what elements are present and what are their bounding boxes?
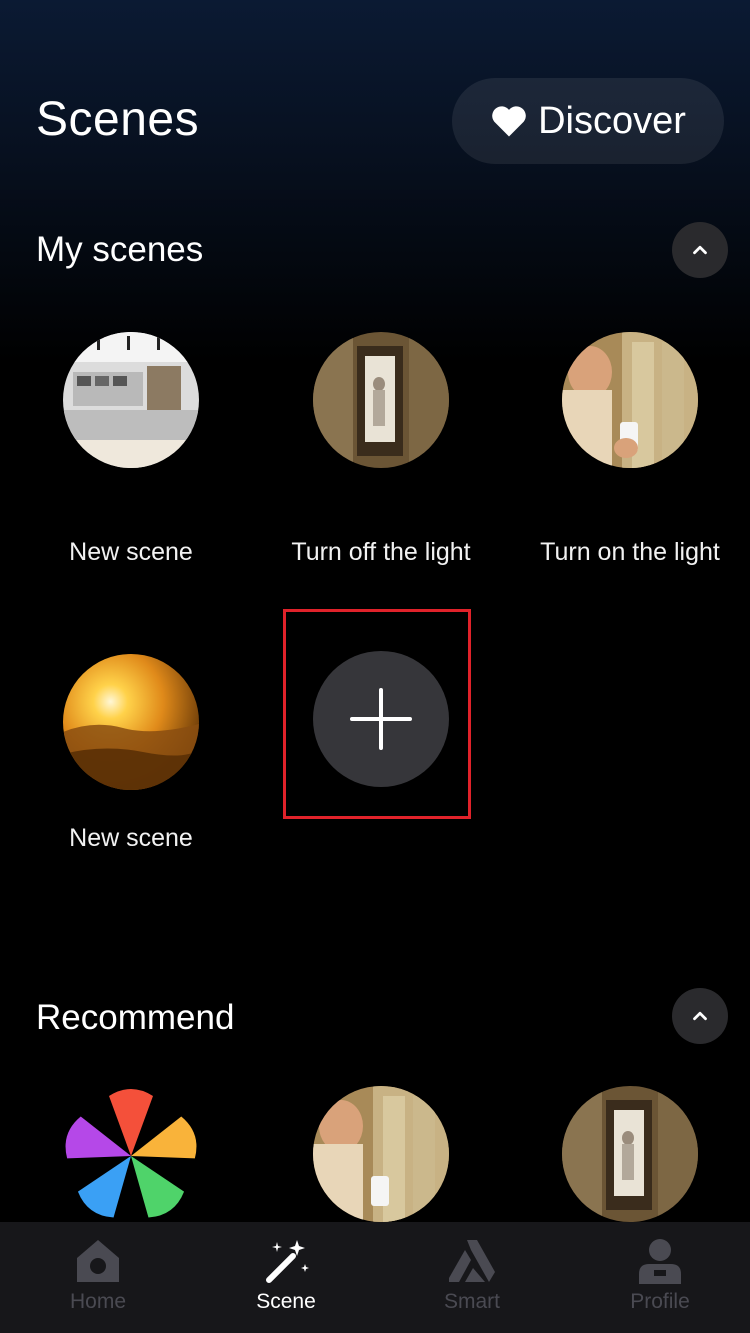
tab-scene-label: Scene	[256, 1290, 316, 1313]
add-scene-button[interactable]	[313, 651, 449, 787]
tab-smart-label: Smart	[443, 1290, 500, 1313]
scene-item[interactable]: Turn off the light	[256, 332, 506, 567]
scene-item[interactable]: New scene	[6, 332, 256, 567]
tab-profile[interactable]: Profile	[600, 1234, 720, 1314]
recommend-item[interactable]	[505, 1086, 750, 1222]
chevron-up-icon	[693, 245, 707, 255]
chevron-up-icon	[693, 1011, 707, 1021]
scene-label: Turn on the light	[540, 538, 720, 566]
tab-home-label: Home	[69, 1290, 127, 1313]
scene-item[interactable]: New scene	[6, 654, 256, 853]
scene-label: New scene	[69, 538, 193, 566]
my-scenes-collapse-button[interactable]	[672, 222, 728, 278]
magic-wand-icon	[266, 1240, 309, 1283]
recommend-item[interactable]	[6, 1086, 256, 1222]
tab-bar: Home Scene Smart Profile	[0, 1222, 750, 1333]
my-scenes-title: My scenes	[36, 230, 204, 269]
plus-icon	[350, 688, 412, 750]
person-phone-photo	[313, 1086, 449, 1222]
tab-profile-label: Profile	[630, 1290, 690, 1313]
heart-icon	[492, 106, 526, 137]
tab-home[interactable]: Home	[38, 1234, 158, 1314]
doorway-photo	[562, 1086, 698, 1222]
tab-scene[interactable]: Scene	[226, 1234, 346, 1314]
doorway-photo	[313, 332, 449, 468]
scene-item[interactable]: Turn on the light	[505, 332, 750, 567]
person-phone-photo	[562, 332, 698, 468]
discover-label: Discover	[538, 99, 686, 142]
recommend-title: Recommend	[36, 998, 235, 1037]
scene-label: Turn off the light	[291, 538, 471, 566]
discover-button[interactable]: Discover	[452, 78, 724, 164]
page-title: Scenes	[36, 93, 200, 146]
home-icon	[77, 1240, 119, 1282]
smart-triangle-icon	[449, 1240, 495, 1282]
sunset-photo	[63, 654, 199, 790]
color-petals-icon	[63, 1086, 199, 1222]
recommend-collapse-button[interactable]	[672, 988, 728, 1044]
recommend-item[interactable]	[256, 1086, 506, 1222]
profile-icon	[639, 1239, 681, 1284]
kitchen-photo	[63, 332, 199, 468]
tab-smart[interactable]: Smart	[412, 1234, 532, 1314]
scene-label: New scene	[69, 824, 193, 852]
